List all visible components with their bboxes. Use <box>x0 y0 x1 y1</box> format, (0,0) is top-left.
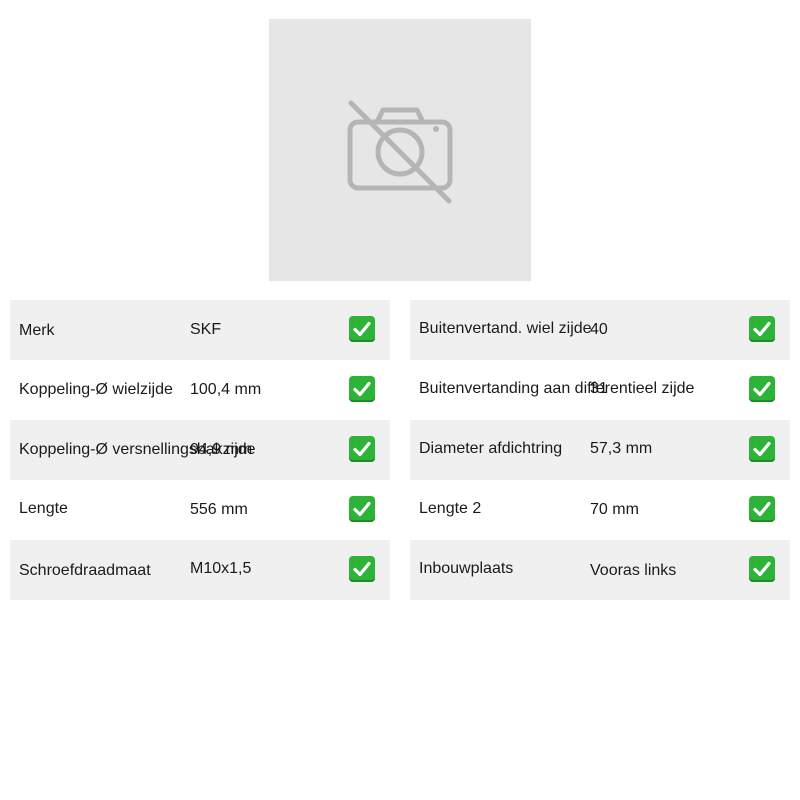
check-icon <box>349 556 375 582</box>
spec-label: Inbouwplaats <box>419 560 514 577</box>
spec-row: Koppeling-Ø versnellingsbakzijde 94,9 mm <box>10 420 390 480</box>
spec-label: Merk <box>19 322 55 339</box>
check-icon <box>749 376 775 402</box>
spec-label: Buitenvertanding aan differentieel zijde <box>419 380 695 397</box>
spec-value: 556 mm <box>190 501 248 518</box>
check-icon <box>749 436 775 462</box>
no-photo-icon <box>347 100 453 204</box>
check-icon <box>749 496 775 522</box>
spec-value: Vooras links <box>590 562 677 579</box>
check-icon <box>349 376 375 402</box>
spec-value: 31 <box>590 380 608 397</box>
spec-label: Diameter afdichtring <box>419 440 563 457</box>
spec-value: 94,9 mm <box>190 441 253 458</box>
spec-value: M10x1,5 <box>190 560 252 577</box>
spec-row: Koppeling-Ø wielzijde 100,4 mm <box>10 360 390 420</box>
check-icon <box>749 556 775 582</box>
spec-label: Schroefdraadmaat <box>19 562 151 579</box>
check-icon <box>749 316 775 342</box>
product-image-placeholder <box>269 19 531 281</box>
spec-column-left: Merk SKF Koppeling-Ø wielzijde 100,4 mm … <box>10 300 390 600</box>
spec-label: Lengte 2 <box>419 500 482 517</box>
spec-row: Lengte 2 70 mm <box>410 480 790 540</box>
check-icon <box>349 316 375 342</box>
spec-row: Buitenvertanding aan differentieel zijde… <box>410 360 790 420</box>
spec-row: Schroefdraadmaat M10x1,5 <box>10 540 390 600</box>
spec-value: 57,3 mm <box>590 440 653 457</box>
spec-row: Buitenvertand. wiel zijde 40 <box>410 300 790 360</box>
spec-row: Lengte 556 mm <box>10 480 390 540</box>
spec-row: Merk SKF <box>10 300 390 360</box>
spec-value: 100,4 mm <box>190 381 262 398</box>
spec-label: Lengte <box>19 500 68 517</box>
spec-value: 70 mm <box>590 501 639 518</box>
spec-row: Inbouwplaats Vooras links <box>410 540 790 600</box>
check-icon <box>349 436 375 462</box>
spec-row: Diameter afdichtring 57,3 mm <box>410 420 790 480</box>
check-icon <box>349 496 375 522</box>
spec-value: SKF <box>190 321 222 338</box>
spec-value: 40 <box>590 321 608 338</box>
spec-column-right: Buitenvertand. wiel zijde 40 Buitenverta… <box>410 300 790 600</box>
spec-label: Koppeling-Ø wielzijde <box>19 381 173 398</box>
spec-label: Buitenvertand. wiel zijde <box>419 320 592 337</box>
